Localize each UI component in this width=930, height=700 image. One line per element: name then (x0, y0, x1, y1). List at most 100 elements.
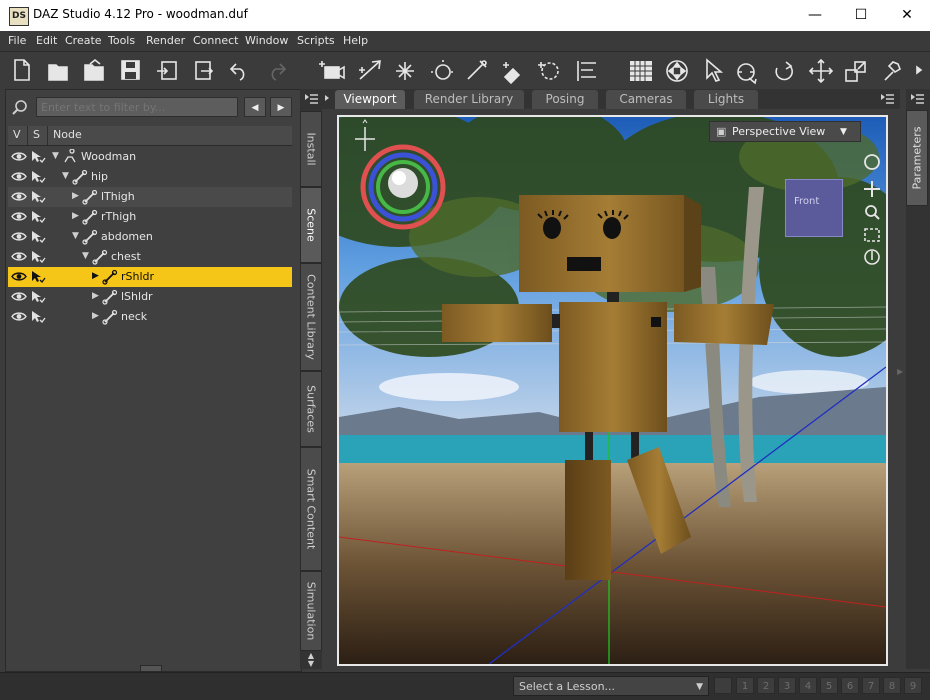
tab-viewport[interactable]: Viewport (335, 90, 405, 109)
selectable-cursor-icon[interactable] (30, 289, 46, 305)
rotate-tool-icon[interactable] (737, 63, 757, 85)
selectable-cursor-icon[interactable] (30, 189, 46, 205)
scene-node-row-neck[interactable]: ▶ neck (8, 307, 292, 327)
lesson-page-7[interactable]: 7 (862, 677, 880, 694)
expand-right-icon[interactable]: ▶ (72, 191, 80, 201)
visibility-eye-icon[interactable] (11, 211, 27, 222)
tab-scene[interactable]: Scene (300, 187, 322, 263)
open-icon[interactable] (48, 64, 68, 81)
expand-down-icon[interactable]: ▼ (62, 171, 70, 181)
camera-select-dropdown[interactable]: ▣ Perspective View ▼ (709, 121, 861, 142)
lesson-page-6[interactable]: 6 (841, 677, 859, 694)
node-select-icon[interactable] (538, 62, 559, 80)
undo-icon[interactable] (229, 63, 245, 81)
lesson-grid-icon[interactable] (714, 677, 732, 694)
translate-icon[interactable] (808, 58, 834, 84)
close-button[interactable]: ✕ (884, 0, 930, 31)
scene-node-row-lThigh[interactable]: ▶ lThigh (8, 187, 292, 207)
orbit-icon[interactable] (864, 154, 880, 170)
point-light-icon[interactable] (431, 60, 453, 80)
menu-connect[interactable]: Connect (193, 34, 238, 47)
menu-tools[interactable]: Tools (108, 34, 135, 47)
import-icon[interactable] (157, 61, 177, 80)
selectable-cursor-icon[interactable] (30, 209, 46, 225)
surface-tool-icon[interactable] (503, 62, 521, 85)
align-icon[interactable] (577, 61, 596, 81)
tab-simulation[interactable]: Simulation (300, 571, 322, 651)
scene-node-row-rShldr[interactable]: ▶ rShldr (8, 267, 292, 287)
pan-icon[interactable] (864, 181, 880, 197)
scene-node-row-abdomen[interactable]: ▼ abdomen (8, 227, 292, 247)
expand-right-icon[interactable]: ▶ (92, 271, 100, 281)
tab-smart-content[interactable]: Smart Content (300, 447, 322, 571)
selectable-cursor-icon[interactable] (30, 249, 46, 265)
linear-light-icon[interactable] (467, 60, 487, 80)
universal-tool-icon[interactable] (666, 60, 688, 82)
menu-create[interactable]: Create (65, 34, 102, 47)
lesson-page-9[interactable]: 9 (904, 677, 922, 694)
tab-parameters[interactable]: Parameters (906, 110, 928, 206)
visibility-eye-icon[interactable] (11, 291, 27, 302)
lesson-page-2[interactable]: 2 (757, 677, 775, 694)
tab-install[interactable]: Install (300, 111, 322, 187)
lesson-page-4[interactable]: 4 (799, 677, 817, 694)
scene-node-row-lShldr[interactable]: ▶ lShldr (8, 287, 292, 307)
aux-viewport-sphere[interactable] (359, 143, 447, 231)
redo-icon[interactable] (271, 63, 287, 81)
menu-render[interactable]: Render (146, 34, 185, 47)
tab-lights[interactable]: Lights (694, 90, 758, 109)
visibility-eye-icon[interactable] (11, 231, 27, 242)
scene-node-row-hip[interactable]: ▼ hip (8, 167, 292, 187)
rotate-icon[interactable] (775, 61, 793, 81)
view-cube[interactable]: Front (785, 179, 843, 237)
column-selectable[interactable]: S (33, 128, 40, 141)
selectable-cursor-icon[interactable] (30, 309, 46, 325)
lesson-page-8[interactable]: 8 (883, 677, 901, 694)
menu-help[interactable]: Help (343, 34, 368, 47)
menu-edit[interactable]: Edit (36, 34, 57, 47)
frame-icon[interactable] (864, 228, 880, 242)
scene-node-row-chest[interactable]: ▼ chest (8, 247, 292, 267)
render-icon[interactable] (630, 61, 652, 81)
minimize-button[interactable]: — (792, 0, 838, 31)
lesson-page-1[interactable]: 1 (736, 677, 754, 694)
selectable-cursor-icon[interactable] (30, 229, 46, 245)
export-icon[interactable] (195, 61, 214, 80)
add-camera-icon[interactable] (319, 61, 345, 80)
selectable-cursor-icon[interactable] (30, 149, 46, 165)
panel-menu-icon[interactable] (302, 92, 320, 106)
spotlight-icon[interactable] (359, 60, 381, 80)
distant-light-icon[interactable] (396, 62, 414, 80)
save-icon[interactable] (121, 60, 140, 80)
scene-node-row-rThigh[interactable]: ▶ rThigh (8, 207, 292, 227)
maximize-button[interactable]: ☐ (838, 0, 884, 31)
zoom-icon[interactable] (865, 205, 880, 220)
expand-down-icon[interactable]: ▼ (82, 251, 90, 261)
column-visible[interactable]: V (13, 128, 21, 141)
tab-content-library[interactable]: Content Library (300, 263, 322, 371)
visibility-eye-icon[interactable] (11, 271, 27, 282)
visibility-eye-icon[interactable] (11, 151, 27, 162)
menu-file[interactable]: File (8, 34, 26, 47)
expand-down-icon[interactable]: ▼ (72, 231, 80, 241)
viewport[interactable]: ▣ Perspective View ▼ Front (337, 115, 888, 666)
tab-posing[interactable]: Posing (532, 90, 598, 109)
tab-surfaces[interactable]: Surfaces (300, 371, 322, 447)
visibility-eye-icon[interactable] (11, 311, 27, 322)
filter-prev-button[interactable]: ◀ (244, 97, 266, 117)
selectable-cursor-icon[interactable] (30, 269, 46, 285)
visibility-eye-icon[interactable] (11, 171, 27, 182)
view-options-icon[interactable] (878, 92, 896, 106)
scale-icon[interactable] (845, 61, 866, 82)
menu-scripts[interactable]: Scripts (297, 34, 335, 47)
scene-filter-input[interactable] (36, 97, 238, 117)
menu-window[interactable]: Window (245, 34, 288, 47)
panel-resize-handle[interactable] (140, 665, 162, 672)
reset-view-icon[interactable] (864, 249, 880, 265)
scene-node-row-Woodman[interactable]: ▼ Woodman (8, 147, 292, 167)
expand-down-icon[interactable]: ▼ (52, 151, 60, 161)
lesson-page-3[interactable]: 3 (778, 677, 796, 694)
expand-right-icon[interactable]: ▶ (92, 311, 100, 321)
parameters-menu-icon[interactable] (908, 92, 926, 106)
pointer-icon[interactable] (706, 58, 724, 82)
